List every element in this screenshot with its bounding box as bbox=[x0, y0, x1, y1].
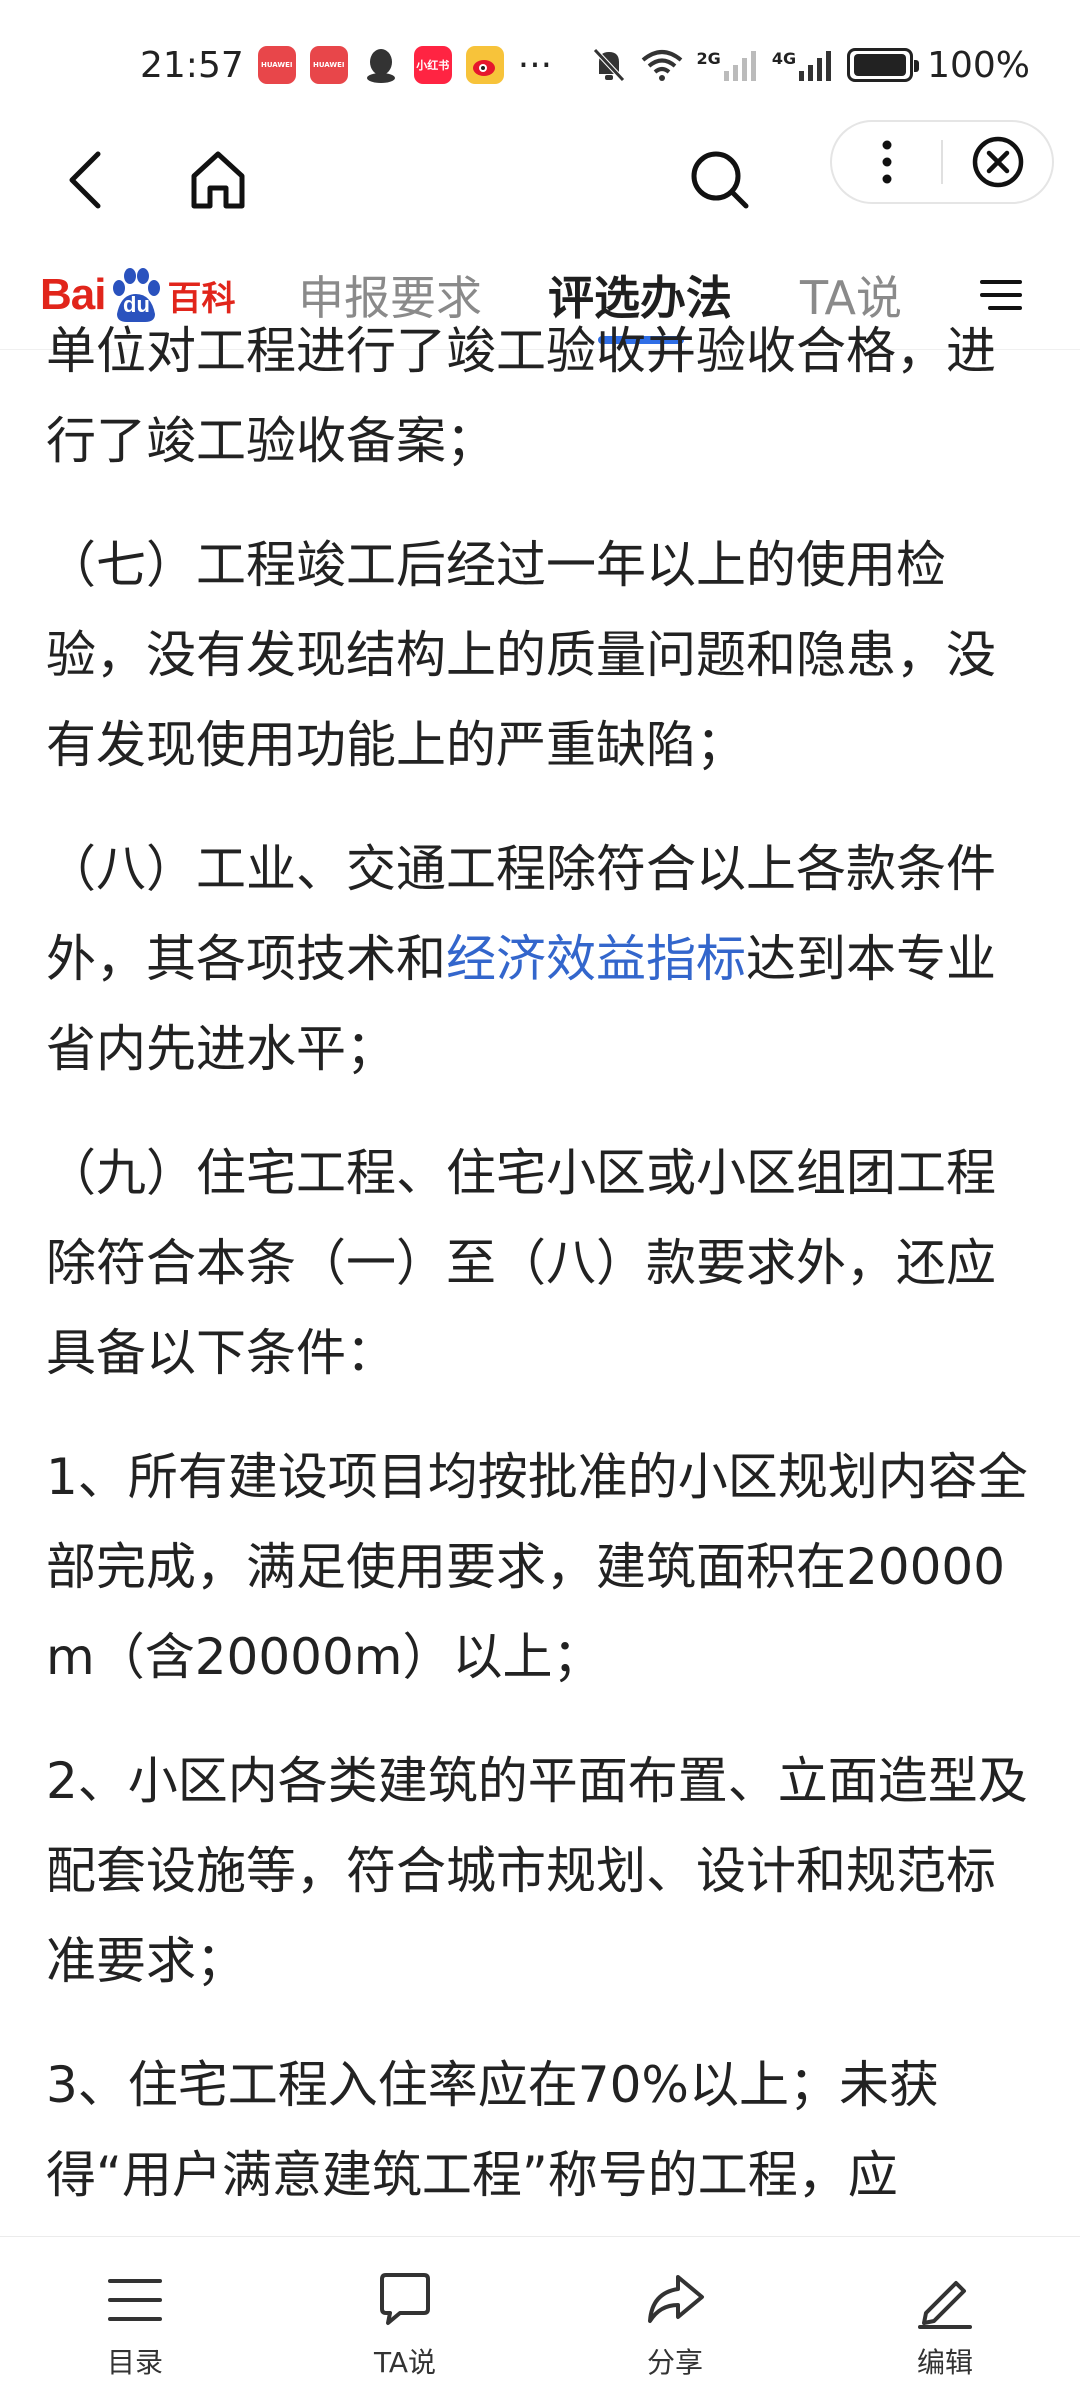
catalog-label: 目录 bbox=[106, 2346, 163, 2379]
chat-icon bbox=[380, 2273, 430, 2325]
close-circle-icon bbox=[972, 136, 1023, 188]
status-left: 21:57 HUAWEI HUAWEI 小红书 ··· bbox=[140, 45, 552, 86]
mini-program-capsule bbox=[830, 120, 1054, 204]
paragraph: 2、小区内各类建筑的平面布置、立面造型及配套设施等，符合城市规划、设计和规范标准… bbox=[46, 1752, 1028, 1990]
wifi-icon bbox=[641, 50, 682, 81]
ta-says-button[interactable]: TA说 bbox=[305, 2267, 505, 2381]
catalog-button[interactable]: 目录 bbox=[35, 2267, 235, 2381]
paragraph: （七）工程竣工后经过一年以上的使用检验，没有发现结构上的质量问题和隐患，没有发现… bbox=[46, 536, 996, 774]
close-button[interactable] bbox=[943, 122, 1052, 202]
page: 21:57 HUAWEI HUAWEI 小红书 ··· 2G 4G 100% B… bbox=[0, 0, 1080, 2400]
paragraph: 单位对工程进行了竣工验收并验收合格，进行了竣工验收备案； bbox=[46, 322, 996, 470]
share-button[interactable]: 分享 bbox=[575, 2267, 775, 2381]
huawei-app-icon: HUAWEI bbox=[309, 46, 348, 84]
paragraph: （八）工业、交通工程除符合以上各款条件外，其各项技术和经济效益指标达到本专业省内… bbox=[46, 824, 1040, 1094]
paragraph: （九）住宅工程、住宅小区或小区组团工程除符合本条（一）至（八）款要求外，还应具备… bbox=[46, 1144, 996, 1382]
back-arrow-icon[interactable] bbox=[50, 140, 130, 220]
article-content: 单位对工程进行了竣工验收并验收合格，进行了竣工验收备案； （七）工程竣工后经过一… bbox=[46, 322, 1040, 2254]
status-bar: 21:57 HUAWEI HUAWEI 小红书 ··· 2G 4G 100% bbox=[0, 0, 1080, 130]
ta-says-label: TA说 bbox=[373, 2346, 437, 2379]
share-label: 分享 bbox=[646, 2346, 703, 2379]
home-icon[interactable] bbox=[178, 140, 258, 220]
edit-label: 编辑 bbox=[916, 2346, 973, 2379]
xiaohongshu-icon: 小红书 bbox=[413, 46, 452, 84]
bottom-toolbar: 目录 TA说 分享 编辑 bbox=[0, 2236, 1080, 2400]
share-icon bbox=[648, 2275, 704, 2323]
edit-button[interactable]: 编辑 bbox=[845, 2267, 1045, 2381]
signal-4g: 4G bbox=[772, 49, 833, 81]
battery-percent: 100% bbox=[927, 44, 1030, 86]
paragraph: 3、住宅工程入住率应在70%以上；未获得“用户满意建筑工程”称号的工程，应 bbox=[46, 2056, 939, 2204]
economic-benefit-indicator-link[interactable]: 经济效益指标 bbox=[446, 930, 746, 988]
paragraph: 1、所有建设项目均按批准的小区规划内容全部完成，满足使用要求，建筑面积在2000… bbox=[46, 1448, 1028, 1686]
status-time: 21:57 bbox=[140, 44, 244, 86]
weibo-icon bbox=[465, 46, 504, 84]
list-icon bbox=[108, 2279, 162, 2321]
battery-icon bbox=[847, 48, 920, 82]
more-notifications-icon: ··· bbox=[517, 44, 553, 86]
search-icon[interactable] bbox=[680, 140, 760, 220]
mute-bell-icon bbox=[592, 48, 625, 82]
huawei-app-icon: HUAWEI bbox=[257, 46, 296, 84]
more-button[interactable] bbox=[832, 122, 941, 202]
more-vertical-icon bbox=[882, 140, 891, 184]
qq-icon bbox=[362, 46, 400, 84]
edit-icon bbox=[918, 2281, 972, 2329]
signal-2g: 2G bbox=[697, 49, 758, 81]
status-right: 2G 4G 100% bbox=[591, 45, 1030, 86]
